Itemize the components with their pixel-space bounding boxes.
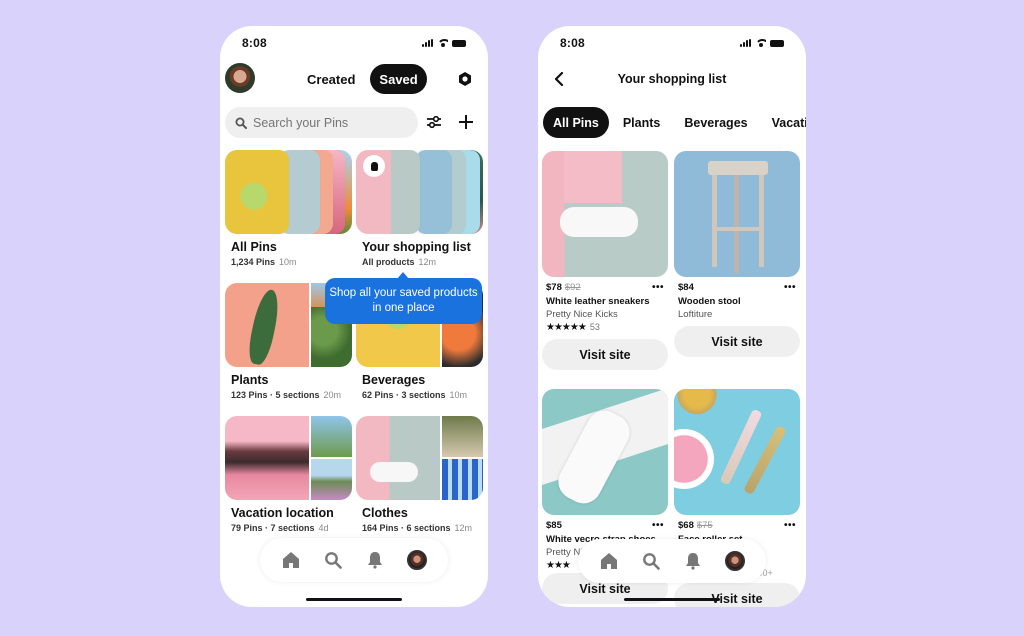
filter-pills: All Pins Plants Beverages Vacation C	[543, 107, 806, 138]
tab-saved[interactable]: Saved	[370, 64, 427, 94]
signal-icon	[422, 39, 433, 47]
board-meta: 123 Pins · 5 sections 20m	[231, 390, 342, 400]
profile-avatar	[407, 550, 427, 570]
battery-icon	[770, 39, 784, 47]
nav-notifications[interactable]	[683, 551, 703, 571]
page-title: Your shopping list	[617, 72, 727, 86]
visit-site-button[interactable]: Visit site	[542, 339, 668, 370]
status-icons	[740, 39, 784, 47]
status-bar: 8:08	[242, 35, 466, 51]
search-icon	[235, 117, 247, 129]
wifi-icon	[437, 39, 448, 47]
bottom-nav	[260, 538, 448, 582]
filter-plants[interactable]: Plants	[613, 107, 671, 138]
board-cover	[225, 416, 352, 500]
bell-icon	[368, 552, 382, 569]
status-icons	[422, 39, 466, 47]
board-meta: 79 Pins · 7 sections 4d	[231, 523, 329, 533]
board-cover	[356, 150, 483, 234]
home-icon	[283, 552, 299, 568]
product-price: $84	[678, 282, 694, 293]
status-time: 8:08	[242, 36, 267, 50]
phone-saved-boards: 8:08 Created Saved Search your Pins All …	[220, 26, 488, 607]
wifi-icon	[755, 39, 766, 47]
board-vacation-location[interactable]: Vacation location 79 Pins · 7 sections 4d	[225, 416, 352, 533]
gear-icon[interactable]	[458, 72, 472, 86]
home-icon	[601, 553, 617, 569]
plus-icon	[459, 115, 473, 129]
board-title: Plants	[231, 373, 269, 387]
board-meta: 62 Pins · 3 sections 10m	[362, 390, 468, 400]
nav-profile[interactable]	[407, 550, 427, 570]
star-rating: ★★★★★ 53	[546, 322, 600, 333]
home-indicator	[306, 598, 402, 601]
nav-search[interactable]	[641, 551, 661, 571]
board-cover-image	[225, 150, 289, 234]
status-bar: 8:08	[560, 35, 784, 51]
product-image[interactable]	[542, 389, 668, 515]
search-icon	[643, 553, 660, 570]
bottom-nav	[578, 539, 766, 583]
more-options-icon[interactable]: •••	[784, 520, 796, 530]
product-image[interactable]	[674, 151, 800, 277]
product-name: White leather sneakers	[546, 296, 650, 307]
add-button[interactable]	[458, 114, 474, 130]
search-icon	[325, 552, 342, 569]
product-merchant: Pretty Nice Kicks	[546, 309, 618, 320]
product-image[interactable]	[674, 389, 800, 515]
nav-notifications[interactable]	[365, 550, 385, 570]
board-meta: 164 Pins · 6 sections 12m	[362, 523, 473, 533]
sliders-icon	[427, 115, 441, 129]
visit-site-button[interactable]: Visit site	[674, 326, 800, 357]
product-price: $78 $92	[546, 282, 581, 293]
product-price: $68 $75	[678, 520, 713, 531]
nav-search[interactable]	[323, 550, 343, 570]
profile-avatar[interactable]	[225, 63, 255, 93]
product-name: Wooden stool	[678, 296, 741, 307]
profile-avatar	[725, 551, 745, 571]
board-clothes[interactable]: Clothes 164 Pins · 6 sections 12m	[356, 416, 483, 533]
phone-shopping-list: 8:08 Your shopping list All Pins Plants …	[538, 26, 806, 607]
board-title: Vacation location	[231, 506, 334, 520]
board-all-pins[interactable]: All Pins 1,234 Pins 10m	[225, 150, 352, 267]
board-shopping-list[interactable]: Your shopping list All products 12m	[356, 150, 483, 267]
board-meta: 1,234 Pins 10m	[231, 257, 297, 267]
board-title: Your shopping list	[362, 240, 471, 254]
tab-created[interactable]: Created	[298, 64, 364, 94]
nav-home[interactable]	[281, 550, 301, 570]
more-options-icon[interactable]: •••	[784, 282, 796, 292]
product-image[interactable]	[542, 151, 668, 277]
filter-button[interactable]	[426, 114, 442, 130]
filter-vacation[interactable]: Vacation	[762, 107, 806, 138]
board-title: Beverages	[362, 373, 426, 387]
battery-icon	[452, 39, 466, 47]
bell-icon	[686, 553, 700, 570]
board-title: All Pins	[231, 240, 277, 254]
board-cover	[225, 150, 352, 234]
signal-icon	[740, 39, 751, 47]
status-time: 8:08	[560, 36, 585, 50]
board-title: Clothes	[362, 506, 408, 520]
product-price: $85	[546, 520, 562, 531]
lock-icon	[363, 155, 385, 177]
board-cover	[356, 416, 483, 500]
more-options-icon[interactable]: •••	[652, 520, 664, 530]
created-saved-toggle: Created Saved	[298, 64, 427, 94]
onboarding-tooltip[interactable]: Shop all your saved products in one plac…	[325, 272, 482, 324]
product-card[interactable]: $84 ••• Wooden stool Loftiture Visit site	[674, 151, 800, 357]
product-merchant: Loftiture	[678, 309, 713, 320]
board-meta: All products 12m	[362, 257, 437, 267]
nav-profile[interactable]	[725, 551, 745, 571]
filter-beverages[interactable]: Beverages	[674, 107, 757, 138]
nav-home[interactable]	[599, 551, 619, 571]
more-options-icon[interactable]: •••	[652, 282, 664, 292]
search-input[interactable]	[253, 115, 403, 130]
search-bar[interactable]	[225, 107, 418, 138]
home-indicator	[624, 598, 720, 601]
filter-all-pins[interactable]: All Pins	[543, 107, 609, 138]
visit-site-button[interactable]: Visit site	[674, 583, 800, 607]
product-card[interactable]: $78 $92 ••• White leather sneakers Pretty …	[542, 151, 668, 370]
